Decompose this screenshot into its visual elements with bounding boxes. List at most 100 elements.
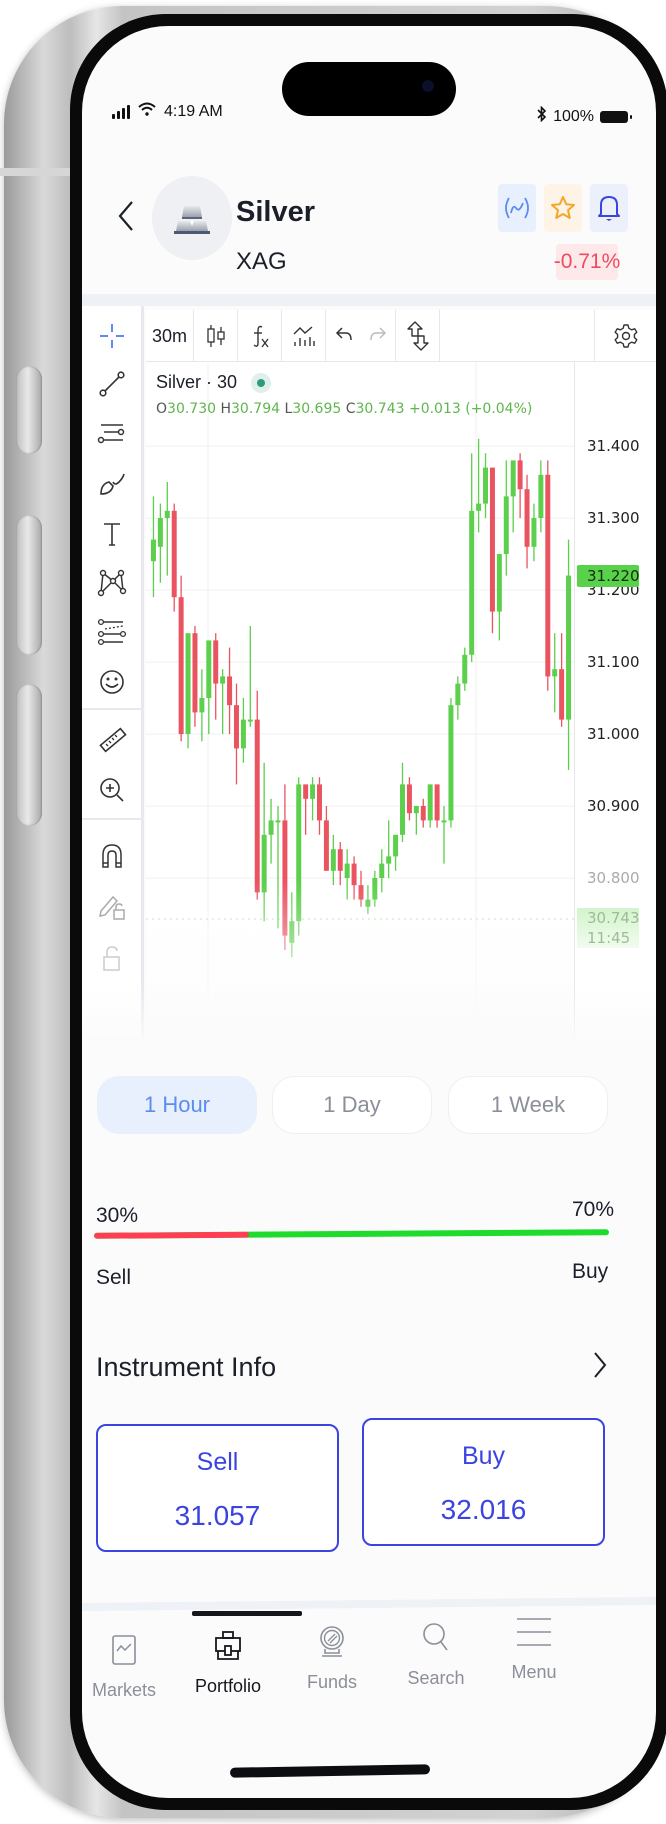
candle-body	[157, 518, 163, 547]
signal-button[interactable]	[498, 184, 536, 232]
candle-body	[448, 705, 454, 821]
indicators-button[interactable]	[238, 310, 282, 362]
alert-button[interactable]	[590, 184, 628, 232]
magnet-tool[interactable]	[96, 840, 128, 872]
last-price-tag: 31.220	[577, 564, 640, 587]
ruler-tool[interactable]	[96, 724, 128, 756]
nav-search-label: Search	[407, 1668, 465, 1688]
candle	[538, 460, 544, 533]
candle	[559, 633, 565, 727]
candle	[310, 777, 316, 821]
timeframe-1-day[interactable]: 1 Day	[272, 1076, 432, 1134]
pattern-tool[interactable]	[96, 566, 128, 598]
ruler-icon	[99, 727, 127, 753]
nav-markets[interactable]: Markets	[82, 1630, 174, 1720]
undo-icon	[335, 326, 352, 340]
chart-settings-button[interactable]	[594, 310, 656, 362]
candle-body	[559, 669, 565, 720]
candle-body	[178, 597, 184, 734]
lock-drawings-tool[interactable]	[96, 890, 128, 922]
candle-body	[185, 633, 191, 734]
lock-tool[interactable]	[96, 942, 128, 974]
redo-icon	[369, 326, 386, 340]
text-tool[interactable]	[96, 518, 128, 550]
fib-retracement-tool[interactable]	[96, 616, 128, 648]
candle	[469, 453, 475, 662]
candle-body	[462, 654, 468, 684]
star-icon	[551, 196, 575, 219]
candle	[400, 762, 405, 842]
swap-button[interactable]	[396, 310, 440, 362]
action-button	[16, 366, 42, 454]
nav-funds-label: Funds	[306, 1672, 358, 1692]
sell-button[interactable]: Sell 31.057	[96, 1424, 339, 1552]
y-tick-label: 31.100	[587, 653, 640, 671]
candle-body	[233, 705, 239, 749]
candle	[317, 777, 322, 835]
timeframe-1-week[interactable]: 1 Week	[448, 1076, 608, 1134]
nav-search[interactable]: Search	[386, 1618, 486, 1708]
chart-type-button[interactable]	[194, 310, 238, 362]
chart-title: Silver · 30	[156, 372, 238, 392]
brush-icon	[100, 473, 125, 495]
ohlc-readout: O30.730 H30.794 L30.695 C30.743 +0.013 (…	[156, 401, 533, 417]
candle-body	[268, 820, 274, 835]
favorite-button[interactable]	[544, 184, 582, 232]
candle-body	[510, 460, 516, 497]
undo-button[interactable]	[334, 325, 354, 348]
buy-label: Buy	[572, 1260, 609, 1283]
crosshair-icon	[100, 324, 124, 348]
timeframe-1-hour[interactable]: 1 Hour	[97, 1076, 257, 1134]
toolbar-separator	[82, 708, 142, 710]
candle-body	[379, 863, 385, 878]
candle	[206, 640, 212, 734]
candle-body	[192, 633, 198, 713]
y-tick-label: 31.400	[587, 437, 640, 455]
trend-line-tool[interactable]	[96, 368, 128, 400]
redo-button[interactable]	[368, 325, 388, 348]
candle	[413, 806, 419, 835]
instrument-info-row[interactable]: Instrument Info	[96, 1338, 616, 1398]
candle-body	[524, 489, 530, 547]
chart-divider	[82, 294, 656, 306]
candle	[178, 575, 184, 742]
candle-body	[164, 510, 170, 518]
nav-portfolio-label: Portfolio	[194, 1676, 262, 1696]
interval-button[interactable]: 30m	[146, 310, 194, 362]
zoom-in-tool[interactable]	[96, 774, 128, 806]
chart-plot-area[interactable]	[146, 362, 574, 1042]
asset-name: Silver	[236, 196, 315, 228]
candle-body	[531, 518, 537, 547]
parallel-channel-tool[interactable]	[96, 418, 128, 450]
y-tick-label: 30.800	[587, 869, 640, 887]
battery-icon	[600, 110, 632, 123]
candle-body	[455, 683, 461, 706]
candle	[227, 647, 233, 734]
home-indicator	[229, 1764, 431, 1778]
status-time: 4:19 AM	[164, 102, 223, 120]
emoji-tool[interactable]	[96, 666, 128, 698]
nav-portfolio[interactable]: Portfolio	[178, 1626, 278, 1716]
buy-button[interactable]: Buy 32.016	[362, 1418, 605, 1546]
back-button[interactable]	[114, 196, 138, 236]
brush-tool[interactable]	[96, 468, 128, 500]
candle	[566, 539, 572, 770]
nav-divider	[82, 1596, 656, 1612]
candle	[185, 633, 191, 749]
sell-percent: 30%	[96, 1204, 139, 1227]
price-axis[interactable]: 31.220 30.743 11:45 31.400 31.300 31.200 31…	[574, 362, 656, 1042]
crosshair-time: 11:45	[587, 929, 631, 948]
nav-funds[interactable]: Funds	[282, 1622, 382, 1712]
nav-markets-label: Markets	[91, 1680, 156, 1700]
compare-button[interactable]	[282, 310, 326, 362]
crosshair-price: 30.743	[587, 909, 640, 928]
toolbar-separator	[82, 818, 142, 820]
candle	[441, 806, 447, 864]
ohlc-close: 30.743	[355, 401, 405, 417]
swap-icon	[406, 321, 429, 351]
candle	[545, 460, 551, 691]
nav-menu[interactable]: Menu	[484, 1612, 584, 1702]
crosshair-tool[interactable]	[96, 320, 128, 352]
antenna-band	[0, 168, 72, 176]
candle-body	[317, 784, 322, 821]
